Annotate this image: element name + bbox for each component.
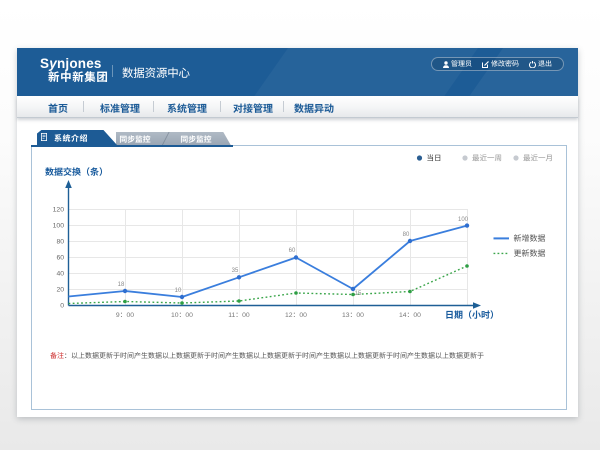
svg-text:120: 120 bbox=[53, 207, 65, 214]
svg-text:15: 15 bbox=[355, 291, 362, 297]
svg-text:当日: 当日 bbox=[427, 153, 442, 164]
svg-text:40: 40 bbox=[56, 271, 64, 278]
svg-text:新增数据: 新增数据 bbox=[514, 233, 546, 244]
svg-text:数据交换（条）: 数据交换（条） bbox=[45, 165, 108, 178]
svg-text:12：00: 12：00 bbox=[285, 309, 307, 319]
svg-text:60: 60 bbox=[56, 255, 64, 262]
svg-text:10: 10 bbox=[175, 288, 182, 294]
svg-text:35: 35 bbox=[232, 268, 239, 274]
svg-text:14：00: 14：00 bbox=[399, 309, 421, 319]
svg-text:更新数据: 更新数据 bbox=[514, 248, 546, 259]
svg-text:80: 80 bbox=[56, 239, 64, 246]
svg-text:日期（小时）: 日期（小时） bbox=[445, 308, 499, 321]
svg-text:100: 100 bbox=[53, 223, 65, 230]
svg-text:20: 20 bbox=[56, 287, 64, 294]
svg-text:80: 80 bbox=[403, 232, 410, 238]
svg-text:11：00: 11：00 bbox=[228, 309, 250, 319]
svg-text:18: 18 bbox=[118, 282, 125, 288]
svg-text:13：00: 13：00 bbox=[342, 309, 364, 319]
svg-text:最近一月: 最近一月 bbox=[523, 153, 553, 164]
svg-text:10：00: 10：00 bbox=[171, 309, 193, 319]
svg-text:0: 0 bbox=[60, 303, 64, 310]
svg-text:9：00: 9：00 bbox=[116, 309, 134, 319]
svg-text:最近一周: 最近一周 bbox=[472, 153, 502, 164]
svg-text:100: 100 bbox=[458, 217, 469, 223]
svg-text:60: 60 bbox=[289, 248, 296, 254]
